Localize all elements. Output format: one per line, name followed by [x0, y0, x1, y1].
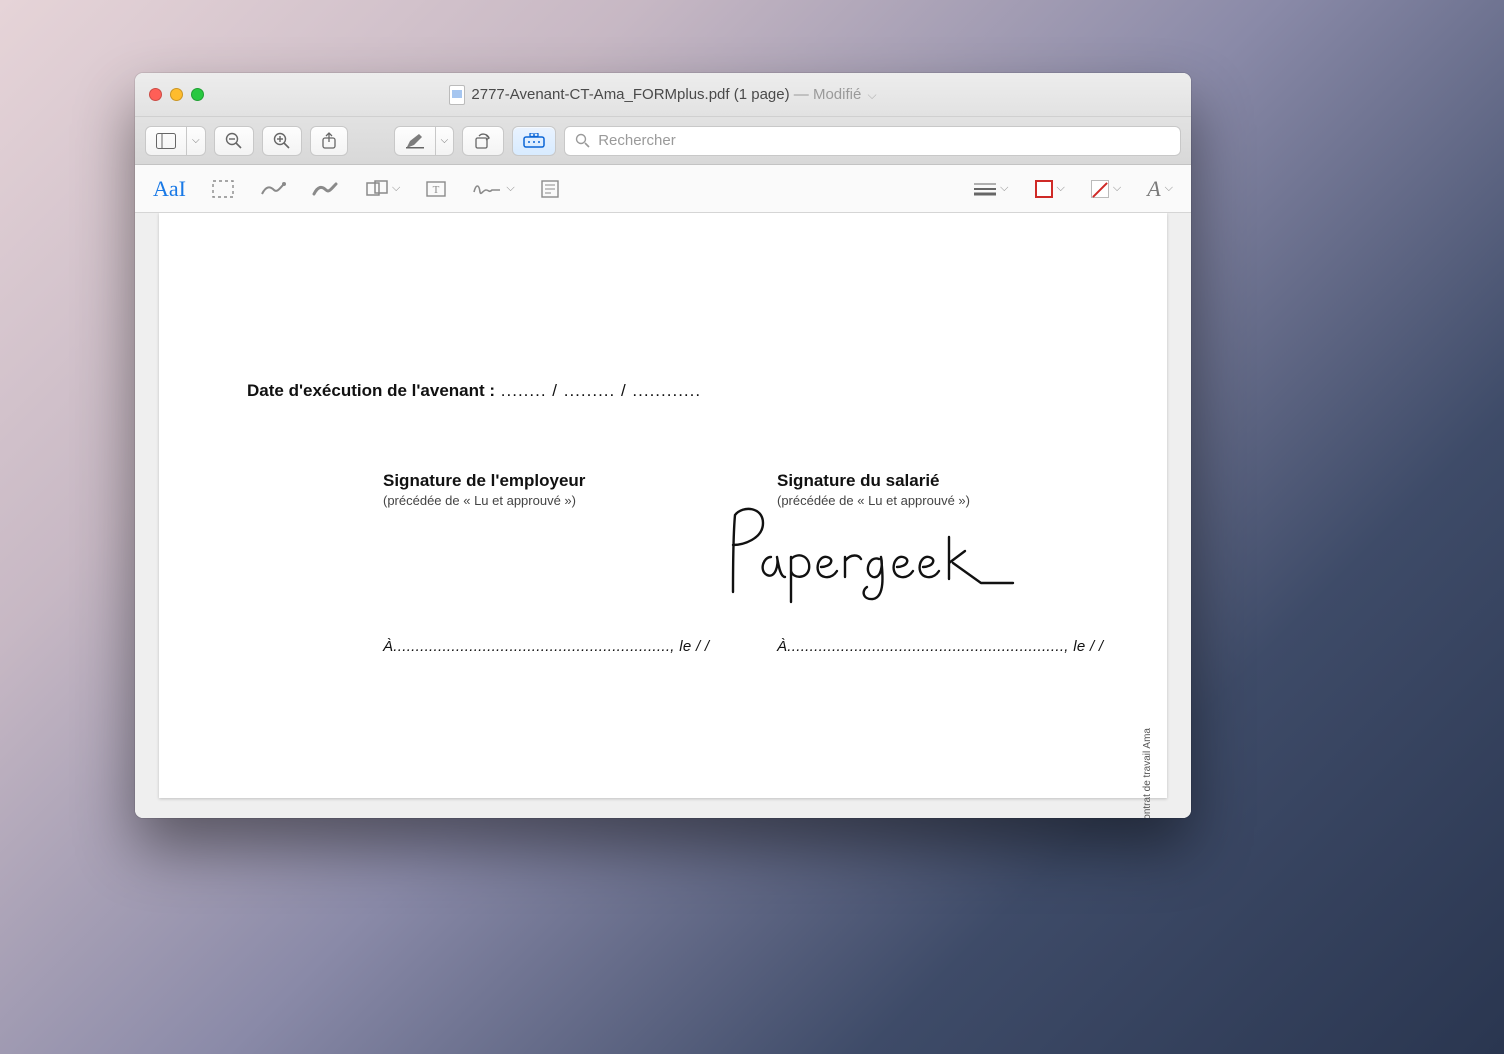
search-icon	[575, 133, 590, 148]
highlight-button[interactable]	[394, 126, 436, 156]
date-dots: ........ / ......... / ............	[495, 381, 701, 400]
zoom-out-button[interactable]	[214, 126, 254, 156]
border-color-swatch	[1035, 180, 1053, 198]
fill-color-tool[interactable]: ⌵	[1091, 180, 1121, 198]
employee-signature-line: À.......................................…	[777, 638, 1157, 655]
sidebar-button[interactable]	[145, 126, 187, 156]
highlight-group: ⌵	[394, 126, 455, 156]
date-label: Date d'exécution de l'avenant :	[247, 381, 495, 400]
app-window: 2777-Avenant-CT-Ama_FORMplus.pdf (1 page…	[135, 73, 1191, 818]
minimize-window-button[interactable]	[170, 88, 183, 101]
pdf-page: Date d'exécution de l'avenant : ........…	[159, 213, 1167, 798]
zoom-window-button[interactable]	[191, 88, 204, 101]
markup-toolbar-button[interactable]	[512, 126, 556, 156]
main-toolbar: ⌵ ⌵	[135, 117, 1191, 165]
handwritten-signature	[713, 497, 1033, 607]
window-title-suffix: — Modifié	[794, 86, 862, 103]
draw-tool[interactable]	[312, 180, 338, 198]
rotate-button[interactable]	[462, 126, 504, 156]
employer-signature-sub: (précédée de « Lu et approuvé »)	[383, 493, 763, 508]
window-title-main: 2777-Avenant-CT-Ama_FORMplus.pdf (1 page…	[471, 86, 789, 103]
sketch-tool[interactable]	[260, 180, 286, 198]
shapes-tool[interactable]: ⌵	[366, 180, 400, 198]
sign-tool[interactable]: ⌵	[472, 180, 514, 198]
sidebar-toggle-group: ⌵	[145, 126, 206, 156]
document-canvas[interactable]: Date d'exécution de l'avenant : ........…	[135, 213, 1191, 818]
note-tool[interactable]	[541, 180, 559, 198]
svg-text:T: T	[433, 184, 440, 196]
border-color-tool[interactable]: ⌵	[1035, 180, 1065, 198]
search-field[interactable]	[564, 126, 1181, 156]
shape-style-tool[interactable]: ⌵	[974, 182, 1008, 196]
text-selection-tool[interactable]: AaI	[153, 176, 186, 202]
window-controls	[149, 88, 204, 101]
employer-signature-block: Signature de l'employeur (précédée de « …	[383, 471, 763, 655]
employer-signature-line: À.......................................…	[383, 638, 763, 655]
share-button[interactable]	[310, 126, 348, 156]
text-style-tool[interactable]: A⌵	[1147, 176, 1173, 202]
rect-selection-tool[interactable]	[212, 180, 234, 198]
fill-color-swatch	[1091, 180, 1109, 198]
sidebar-dropdown-button[interactable]: ⌵	[187, 126, 206, 156]
document-icon	[449, 85, 465, 105]
employee-signature-title: Signature du salarié	[777, 471, 1157, 491]
highlight-dropdown-button[interactable]: ⌵	[436, 126, 455, 156]
title-dropdown-icon[interactable]: ⌵	[867, 88, 876, 102]
employer-signature-title: Signature de l'employeur	[383, 471, 763, 491]
window-title: 2777-Avenant-CT-Ama_FORMplus.pdf (1 page…	[471, 86, 876, 103]
side-note: Réalisation : Acoss/Pajemploi - NAT/2777…	[1142, 728, 1153, 818]
markup-toolbar: AaI ⌵ T ⌵ ⌵ ⌵ ⌵ A⌵	[135, 165, 1191, 213]
close-window-button[interactable]	[149, 88, 162, 101]
search-input[interactable]	[598, 132, 1170, 149]
date-line: Date d'exécution de l'avenant : ........…	[247, 381, 701, 401]
text-tool[interactable]: T	[426, 180, 446, 198]
zoom-in-button[interactable]	[262, 126, 302, 156]
titlebar: 2777-Avenant-CT-Ama_FORMplus.pdf (1 page…	[135, 73, 1191, 117]
